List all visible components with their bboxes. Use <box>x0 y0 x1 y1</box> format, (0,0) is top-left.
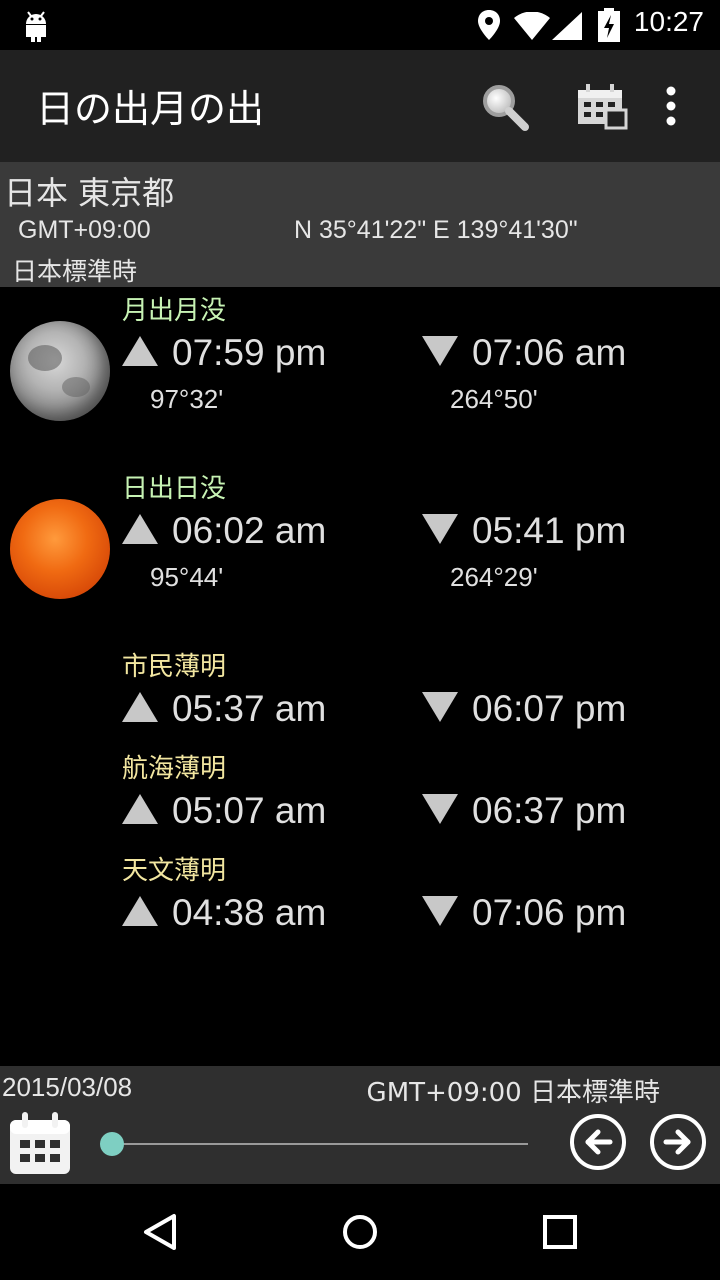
battery-charging-icon <box>598 8 620 46</box>
sun-set-time: 05:41 pm <box>422 510 626 552</box>
rise-triangle-icon <box>122 896 158 927</box>
location-gmt-offset: GMT+09:00 <box>18 216 151 244</box>
home-icon[interactable] <box>340 1212 380 1256</box>
set-triangle-icon <box>422 336 458 367</box>
sun-image <box>10 499 110 599</box>
wifi-icon <box>514 11 550 44</box>
rise-triangle-icon <box>122 514 158 545</box>
selected-date: 2015/03/08 <box>2 1072 133 1102</box>
sun-set-azimuth: 264°29' <box>450 562 538 592</box>
search-icon[interactable] <box>480 82 530 136</box>
moon-rise-time: 07:59 pm <box>122 332 326 374</box>
moon-image <box>10 321 110 421</box>
set-triangle-icon <box>422 692 458 723</box>
location-icon <box>478 10 500 44</box>
calendar-grid-icon[interactable] <box>576 84 628 134</box>
location-timezone: 日本標準時 <box>12 257 138 286</box>
system-nav-bar <box>0 1184 720 1280</box>
overflow-menu-icon[interactable] <box>664 86 678 130</box>
date-slider-track[interactable] <box>112 1143 528 1145</box>
moon-section-label: 月出月没 <box>122 296 227 326</box>
moon-rise-value: 07:59 pm <box>172 332 327 373</box>
recents-icon[interactable] <box>542 1214 578 1254</box>
calendar-icon[interactable] <box>8 1112 72 1176</box>
app-bar: 日の出月の出 <box>0 50 720 162</box>
sun-section-label: 日出日没 <box>122 474 227 504</box>
astronomical-twilight-end: 07:06 pm <box>422 892 626 934</box>
app-title: 日の出月の出 <box>36 87 265 131</box>
civil-twilight-label: 市民薄明 <box>122 652 227 682</box>
location-coordinates: N 35°41'22" E 139°41'30" <box>294 216 578 244</box>
nautical-twilight-start: 05:07 am <box>122 790 326 832</box>
status-time: 10:27 <box>633 6 704 37</box>
rise-triangle-icon <box>122 794 158 825</box>
date-slider-thumb[interactable] <box>100 1132 124 1156</box>
sun-rise-azimuth: 95°44' <box>150 562 224 592</box>
nautical-twilight-end-value: 06:37 pm <box>472 790 627 831</box>
rise-triangle-icon <box>122 336 158 367</box>
nautical-twilight-label: 航海薄明 <box>122 754 227 784</box>
set-triangle-icon <box>422 896 458 927</box>
moon-set-value: 07:06 am <box>472 332 627 373</box>
sun-rise-value: 06:02 am <box>172 510 327 551</box>
sun-rise-time: 06:02 am <box>122 510 326 552</box>
arrow-right-icon <box>663 1129 691 1155</box>
astronomical-twilight-label: 天文薄明 <box>122 856 227 886</box>
location-panel[interactable]: 日本 東京都 GMT+09:00 N 35°41'22" E 139°41'30… <box>0 162 720 287</box>
date-timezone: GMT+09:00 日本標準時 <box>366 1078 660 1108</box>
sun-set-value: 05:41 pm <box>472 510 627 551</box>
astronomical-twilight-start-value: 04:38 am <box>172 892 327 933</box>
civil-twilight-start-value: 05:37 am <box>172 688 327 729</box>
rise-triangle-icon <box>122 692 158 723</box>
android-icon <box>22 10 50 46</box>
date-control-panel: 2015/03/08 GMT+09:00 日本標準時 <box>0 1066 720 1184</box>
arrow-left-icon <box>585 1129 613 1155</box>
nautical-twilight-end: 06:37 pm <box>422 790 626 832</box>
astronomical-twilight-start: 04:38 am <box>122 892 326 934</box>
civil-twilight-end-value: 06:07 pm <box>472 688 627 729</box>
signal-icon <box>552 12 582 44</box>
civil-twilight-start: 05:37 am <box>122 688 326 730</box>
civil-twilight-end: 06:07 pm <box>422 688 626 730</box>
set-triangle-icon <box>422 514 458 545</box>
status-bar: 10:27 <box>0 0 720 50</box>
moon-set-azimuth: 264°50' <box>450 384 538 414</box>
back-icon[interactable] <box>140 1212 180 1256</box>
previous-day-button[interactable] <box>570 1114 626 1170</box>
moon-set-time: 07:06 am <box>422 332 626 374</box>
location-name: 日本 東京都 <box>4 174 175 212</box>
nautical-twilight-start-value: 05:07 am <box>172 790 327 831</box>
moon-rise-azimuth: 97°32' <box>150 384 224 414</box>
next-day-button[interactable] <box>650 1114 706 1170</box>
astronomical-twilight-end-value: 07:06 pm <box>472 892 627 933</box>
set-triangle-icon <box>422 794 458 825</box>
